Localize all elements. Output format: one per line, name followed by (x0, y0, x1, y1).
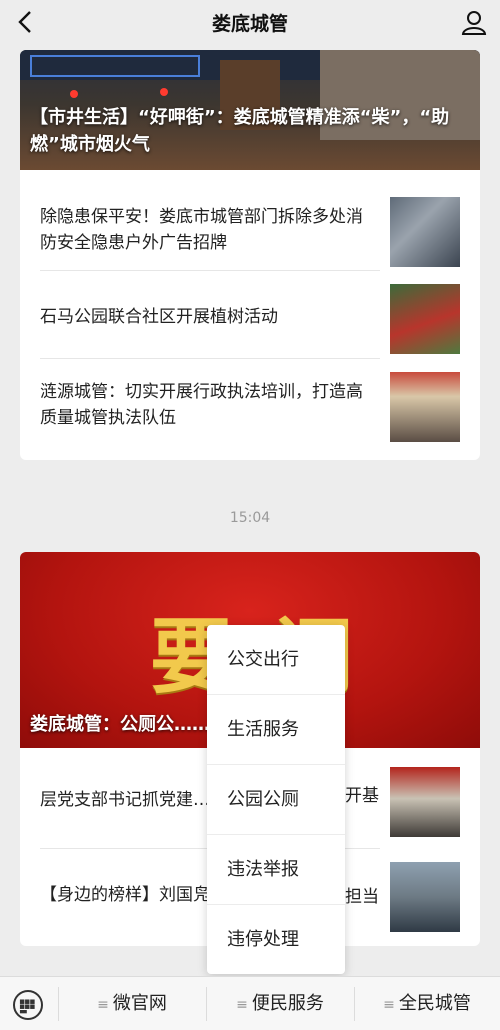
hero-image (70, 90, 78, 98)
menu-micro-site[interactable]: ≡ 微官网 (58, 977, 206, 1030)
article-thumbnail (390, 862, 460, 932)
menu-label: 微官网 (112, 993, 167, 1014)
hero-image (160, 88, 168, 96)
menu-lines-icon: ≡ (97, 997, 109, 1013)
hero-image (30, 55, 200, 77)
divider (40, 358, 380, 359)
list-item[interactable]: 石马公园联合社区开展植树活动 (20, 272, 480, 362)
bottom-menu-bar: ▪▪▪ ▪▪▪ ▬ ≡ 微官网 ≡ 便民服务 ≡ 全民城管 (0, 976, 500, 1030)
list-item-title: 涟源城管：切实开展行政执法培训，打造高质量城管执法队伍 (40, 382, 363, 428)
menu-lines-icon: ≡ (236, 997, 248, 1013)
keyboard-icon[interactable]: ▪▪▪ ▪▪▪ ▬ (13, 990, 43, 1020)
menu-item-life-service[interactable]: 生活服务 (207, 695, 345, 765)
menu-public-service[interactable]: ≡ 便民服务 (206, 977, 354, 1030)
article-card: 【市井生活】“好呷街”：娄底城管精准添“柴”，“助燃”城市烟火气 除隐患保平安！… (20, 50, 480, 460)
menu-lines-icon: ≡ (383, 997, 395, 1013)
submenu-popup: 公交出行 生活服务 公园公厕 违法举报 违停处理 (207, 625, 345, 974)
list-item-title-tail: 担当 (345, 887, 379, 907)
menu-label: 全民城管 (398, 993, 471, 1014)
list-item[interactable]: 涟源城管：切实开展行政执法培训，打造高质量城管执法队伍 (20, 360, 480, 450)
list-item-title: 石马公园联合社区开展植树活动 (40, 307, 278, 327)
divider (40, 270, 380, 271)
article-thumbnail (390, 372, 460, 442)
user-profile-icon[interactable] (460, 8, 488, 36)
menu-item-report-violation[interactable]: 违法举报 (207, 835, 345, 905)
menu-all-citizens[interactable]: ≡ 全民城管 (354, 977, 500, 1030)
article-thumbnail (390, 197, 460, 267)
menu-item-parking-violation[interactable]: 违停处理 (207, 905, 345, 975)
menu-item-park-toilet[interactable]: 公园公厕 (207, 765, 345, 835)
list-item-title-tail: 开基 (345, 786, 379, 806)
menu-label: 便民服务 (251, 993, 324, 1014)
list-item[interactable]: 除隐患保平安！娄底市城管部门拆除多处消防安全隐患户外广告招牌 (20, 185, 480, 275)
page-title: 娄底城管 (211, 13, 288, 35)
article-thumbnail (390, 767, 460, 837)
list-item-title: 除隐患保平安！娄底市城管部门拆除多处消防安全隐患户外广告招牌 (40, 207, 363, 253)
hero-article[interactable]: 【市井生活】“好呷街”：娄底城管精准添“柴”，“助燃”城市烟火气 (20, 50, 480, 170)
top-bar: 娄底城管 (0, 0, 500, 44)
menu-item-bus[interactable]: 公交出行 (207, 625, 345, 695)
hero-title: 【市井生活】“好呷街”：娄底城管精准添“柴”，“助燃”城市烟火气 (30, 107, 450, 155)
article-thumbnail (390, 284, 460, 354)
message-timestamp: 15:04 (229, 510, 271, 526)
